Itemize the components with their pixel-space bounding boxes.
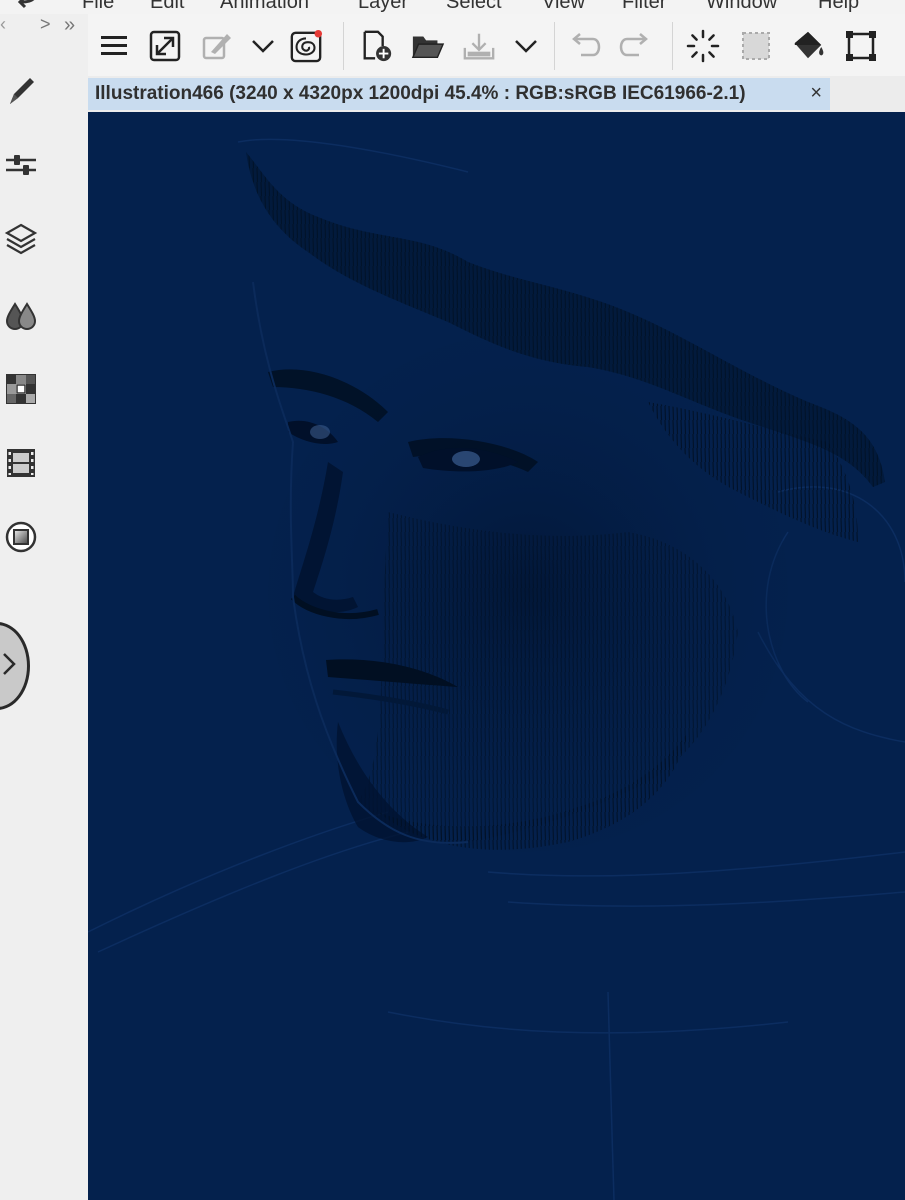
save-icon [462, 29, 496, 63]
menu-help[interactable]: Help [818, 0, 859, 14]
menu-file[interactable]: File [82, 0, 114, 14]
timeline-icon[interactable] [2, 444, 40, 482]
tool-property-icon[interactable] [2, 146, 40, 184]
menu-select[interactable]: Select [446, 0, 502, 14]
palette-collapse-row: ‹ > » [0, 14, 88, 42]
transform-pen-icon [200, 29, 234, 63]
collapse-edge: ‹ [0, 14, 6, 34]
menu-animation[interactable]: Animation [220, 0, 309, 14]
menu-view[interactable]: View [542, 0, 585, 14]
new-document-icon[interactable] [360, 29, 394, 63]
open-folder-icon[interactable] [411, 29, 445, 63]
redo-icon [619, 29, 653, 63]
chevron-right-icon [3, 653, 16, 675]
back-arrow-icon[interactable] [14, 0, 42, 14]
toolbar-separator [672, 22, 673, 70]
left-palette-bar [0, 14, 89, 1200]
color-drops-icon[interactable] [2, 296, 40, 334]
command-bar [88, 14, 905, 77]
toolbar-separator [343, 22, 344, 70]
menu-window[interactable]: Window [706, 0, 777, 14]
chevron-down-icon[interactable] [246, 29, 280, 63]
portrait-sketch [88, 138, 905, 1200]
document-tab-bar: Illustration466 (3240 x 4320px 1200dpi 4… [88, 76, 905, 112]
toolbar-separator [554, 22, 555, 70]
color-palette-icon[interactable] [2, 370, 40, 408]
collapse-right-button[interactable]: » [64, 14, 75, 37]
chevron-down-icon[interactable] [509, 29, 543, 63]
transform-icon[interactable] [844, 29, 878, 63]
cloud-sync-icon[interactable] [289, 29, 323, 63]
menu-layer[interactable]: Layer [358, 0, 408, 14]
document-tab[interactable]: Illustration466 (3240 x 4320px 1200dpi 4… [88, 78, 830, 110]
close-icon[interactable]: × [810, 82, 822, 105]
layers-icon[interactable] [2, 220, 40, 258]
fill-bucket-icon[interactable] [791, 29, 825, 63]
document-tab-title: Illustration466 (3240 x 4320px 1200dpi 4… [95, 83, 746, 104]
menu-icon[interactable] [97, 29, 131, 63]
selection-clear-icon [739, 29, 773, 63]
loading-spinner-icon[interactable] [686, 29, 720, 63]
menu-bar: File Edit Animation Layer Select View Fi… [0, 0, 905, 14]
undo-icon [567, 29, 601, 63]
canvas-resize-icon[interactable] [148, 29, 182, 63]
brush-tool-icon[interactable] [2, 72, 40, 110]
menu-edit[interactable]: Edit [150, 0, 184, 14]
collapse-left-button[interactable]: > [40, 14, 51, 35]
drawing-canvas[interactable] [88, 112, 905, 1200]
notification-dot [314, 29, 323, 38]
navigator-icon[interactable] [2, 518, 40, 556]
menu-filter[interactable]: Filter [622, 0, 666, 14]
